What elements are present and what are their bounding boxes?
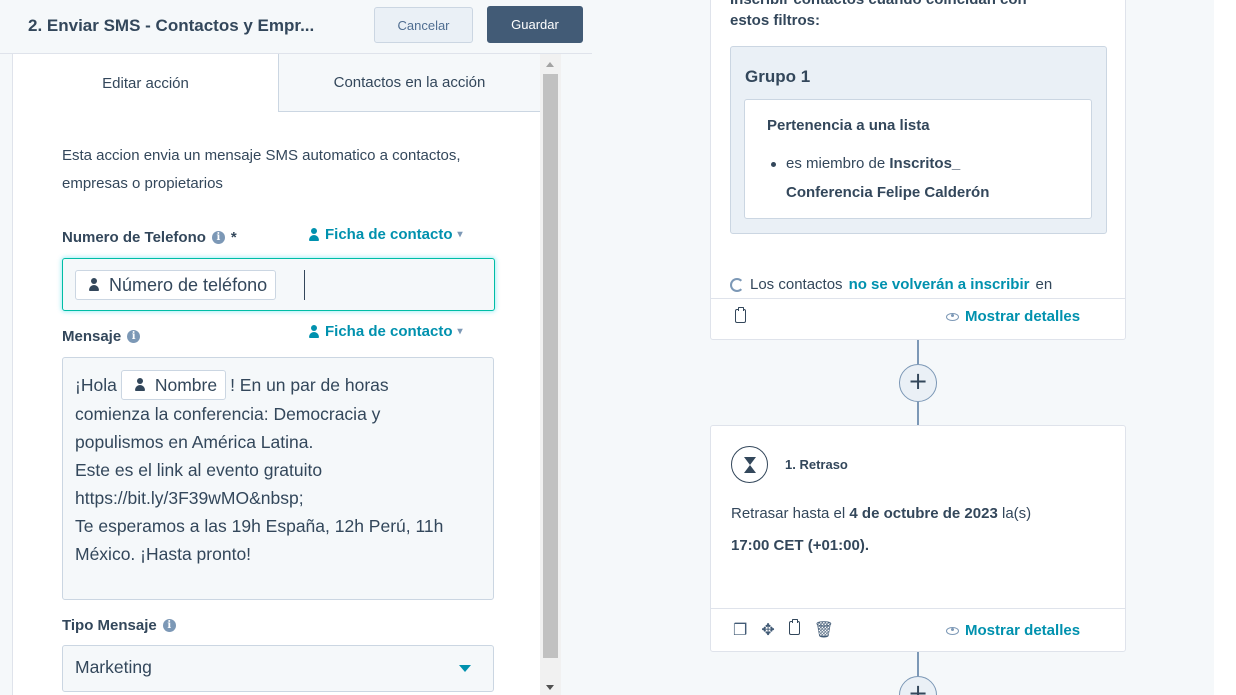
move-icon[interactable]: ✥ xyxy=(761,621,774,638)
text-cursor xyxy=(304,270,305,300)
tab-bar: Editar acción Contactos en la acción xyxy=(13,54,540,112)
caret-down-icon xyxy=(459,665,471,672)
reenroll-suffix: en xyxy=(1035,276,1053,293)
message-line: Te esperamos a las 19h España, 12h Perú,… xyxy=(75,516,444,536)
card-footer-divider xyxy=(711,608,1125,609)
info-icon[interactable]: i xyxy=(211,231,225,244)
left-gutter xyxy=(0,54,13,695)
tab-contacts-in-action[interactable]: Contactos en la acción xyxy=(279,54,540,112)
enrollment-heading-cut: Inscribir contactos cuando coincidan con xyxy=(730,0,1027,10)
message-source-dropdown[interactable]: Ficha de contacto ▾ xyxy=(308,323,463,340)
action-editor-panel: 2. Enviar SMS - Contactos y Empr... Canc… xyxy=(0,0,592,695)
message-type-value: Marketing xyxy=(75,657,152,677)
delay-text-suffix: la(s) xyxy=(1001,505,1032,522)
show-details-label: Mostrar detalles xyxy=(965,308,1081,325)
message-suffix: ! En un par de horas xyxy=(230,375,389,395)
message-label-text: Mensaje xyxy=(62,328,122,345)
refresh-icon xyxy=(730,277,744,292)
show-details-label: Mostrar detalles xyxy=(965,622,1081,639)
message-line: Este es el link al evento gratuito xyxy=(75,460,323,480)
filter-group-title: Grupo 1 xyxy=(745,67,811,86)
clipboard-icon[interactable] xyxy=(788,619,800,638)
filter-value: Inscritos_ xyxy=(889,155,961,172)
person-icon xyxy=(308,324,320,339)
reenrollment-note: Los contactos no se volverán a inscribir… xyxy=(730,276,1052,293)
phone-field-label: Numero de Telefono i * xyxy=(62,229,237,246)
scrollbar-thumb[interactable] xyxy=(543,74,558,658)
connector-line xyxy=(917,340,919,364)
eye-icon xyxy=(946,626,959,635)
message-line: https://bit.ly/3F39wMO&nbsp; xyxy=(75,488,304,508)
phone-token[interactable]: Número de teléfono xyxy=(75,270,277,300)
clipboard-icon[interactable] xyxy=(735,307,746,327)
delay-time-suffix: . xyxy=(864,537,869,554)
show-details-link[interactable]: Mostrar detalles xyxy=(946,308,1080,325)
connector-line xyxy=(917,402,919,425)
message-type-label: Tipo Mensaje i xyxy=(62,617,176,634)
delay-text-prefix: Retrasar hasta el xyxy=(731,505,846,522)
delay-time-line: 17:00 CET (+01:00). xyxy=(731,537,869,554)
message-line: comienza la conferencia: Democracia y xyxy=(75,404,381,424)
chevron-down-icon: ▾ xyxy=(457,229,463,240)
name-token[interactable]: Nombre xyxy=(120,370,227,400)
person-icon xyxy=(134,378,146,392)
message-first-line: ¡Hola Nombre ! En un par de horas xyxy=(75,370,481,400)
message-type-label-text: Tipo Mensaje xyxy=(62,617,157,634)
trash-icon[interactable]: 🗑 xyxy=(814,621,834,638)
scroll-up-arrow-icon[interactable] xyxy=(546,62,554,67)
delay-date: 4 de octubre de 2023 xyxy=(849,505,998,522)
bullet xyxy=(771,162,776,167)
phone-label-text: Numero de Telefono xyxy=(62,229,206,246)
vertical-scrollbar[interactable] xyxy=(540,54,561,695)
phone-number-input[interactable]: Número de teléfono xyxy=(62,258,495,311)
filter-value-continued: Conferencia Felipe Calderón xyxy=(786,184,990,201)
message-line: México. ¡Hasta pronto! xyxy=(75,544,252,564)
phone-source-dropdown[interactable]: Ficha de contacto ▾ xyxy=(308,226,463,243)
card-action-icons: ❐ ✥ 🗑 xyxy=(733,619,834,638)
reenroll-bold: no se volverán a inscribir xyxy=(848,276,1030,293)
delay-description: Retrasar hasta el 4 de octubre de 2023 l… xyxy=(731,505,1031,522)
panel-header: 2. Enviar SMS - Contactos y Empr... Canc… xyxy=(0,0,592,54)
delay-time: 17:00 CET (+01:00) xyxy=(731,537,865,554)
card-footer-divider xyxy=(711,298,1125,299)
phone-token-label: Número de teléfono xyxy=(109,274,268,295)
name-token-label: Nombre xyxy=(154,375,218,395)
delay-title: 1. Retraso xyxy=(785,457,848,472)
message-field-label: Mensaje i xyxy=(62,328,141,345)
person-icon xyxy=(88,278,100,292)
filter-name: Pertenencia a una lista xyxy=(767,117,930,134)
hourglass-icon xyxy=(731,446,768,483)
scroll-down-arrow-icon[interactable] xyxy=(546,685,554,690)
show-details-link[interactable]: Mostrar detalles xyxy=(946,622,1080,639)
save-button[interactable]: Guardar xyxy=(487,6,583,43)
message-type-select[interactable]: Marketing xyxy=(62,645,494,692)
info-icon[interactable]: i xyxy=(127,330,141,343)
panel-title: 2. Enviar SMS - Contactos y Empr... xyxy=(28,16,315,35)
info-icon[interactable]: i xyxy=(162,619,176,632)
add-action-button[interactable]: + xyxy=(899,364,937,402)
phone-source-label: Ficha de contacto xyxy=(325,226,453,243)
person-icon xyxy=(308,227,320,242)
message-line: populismos en América Latina. xyxy=(75,432,314,452)
message-textarea[interactable]: ¡Hola Nombre ! En un par de horas comien… xyxy=(62,357,494,600)
cancel-button[interactable]: Cancelar xyxy=(374,7,473,43)
message-source-label: Ficha de contacto xyxy=(325,323,453,340)
eye-icon xyxy=(946,312,959,321)
panel-divider xyxy=(561,54,592,695)
connector-line xyxy=(917,652,919,676)
required-mark: * xyxy=(230,229,237,246)
action-description: Esta accion envia un mensaje SMS automat… xyxy=(62,147,461,192)
reenroll-prefix: Los contactos xyxy=(750,276,843,293)
copy-icon[interactable]: ❐ xyxy=(733,621,747,638)
chevron-down-icon: ▾ xyxy=(457,326,463,337)
canvas-edge xyxy=(1214,0,1236,695)
filter-condition: es miembro de Inscritos_ xyxy=(786,155,960,172)
tab-edit-action[interactable]: Editar acción xyxy=(13,54,279,112)
filter-prefix: es miembro de xyxy=(786,155,886,172)
enrollment-heading: estos filtros: xyxy=(730,12,821,29)
message-prefix: ¡Hola xyxy=(75,375,117,395)
